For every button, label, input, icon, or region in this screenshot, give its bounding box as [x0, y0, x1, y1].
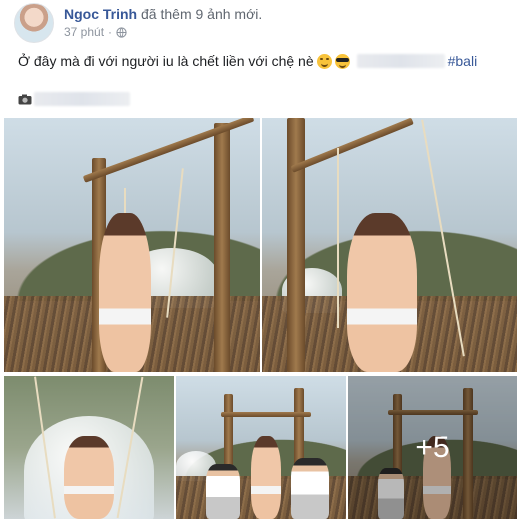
author-name[interactable]: Ngoc Trinh	[64, 6, 137, 22]
post-action-text: đã thêm 9 ảnh mới.	[141, 6, 263, 22]
post-meta: 37 phút ·	[64, 25, 127, 39]
facebook-post: Ngoc Trinh đã thêm 9 ảnh mới. 37 phút · …	[0, 0, 517, 519]
sunglasses-face-icon	[334, 53, 350, 69]
gallery-photo-5[interactable]: +5	[348, 376, 517, 519]
more-photos-overlay[interactable]: +5	[348, 376, 517, 519]
timestamp[interactable]: 37 phút	[64, 25, 104, 39]
caption-text: Ở đây mà đi với người iu là chết liền vớ…	[18, 53, 314, 69]
post-header: Ngoc Trinh đã thêm 9 ảnh mới.	[64, 6, 262, 22]
gallery-photo-4[interactable]	[176, 376, 346, 519]
camera-icon	[18, 94, 32, 104]
avatar[interactable]	[14, 3, 54, 43]
caption-line-2	[18, 92, 130, 106]
gallery-photo-3[interactable]	[4, 376, 174, 519]
more-photos-count[interactable]: +5	[415, 431, 449, 465]
redacted-text	[356, 54, 445, 68]
gallery-photo-2[interactable]	[262, 118, 517, 372]
redacted-text	[34, 92, 130, 106]
gallery-photo-1[interactable]	[4, 118, 260, 372]
smiling-face-icon	[316, 53, 332, 69]
globe-icon[interactable]	[116, 26, 127, 38]
post-caption: Ở đây mà đi với người iu là chết liền vớ…	[18, 52, 477, 70]
hashtag-link[interactable]: #bali	[448, 52, 478, 70]
